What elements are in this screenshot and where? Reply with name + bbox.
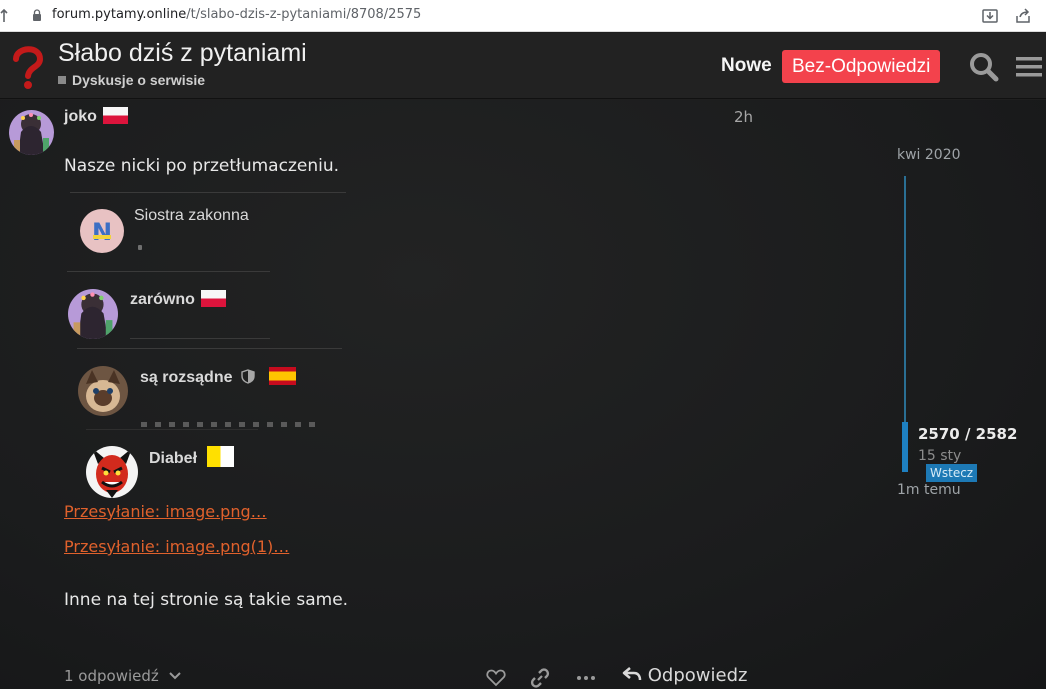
timeline-start-date[interactable]: kwi 2020 [897, 147, 961, 163]
nav-new-button[interactable]: Nowe [721, 55, 772, 77]
reply-arrow-icon [622, 667, 642, 681]
replies-toggle[interactable]: 1 odpowiedź [64, 667, 182, 685]
timeline-date: 15 sty [918, 448, 962, 464]
avatar-devil-image [86, 446, 138, 498]
post-text: Nasze nicki po przetłumaczeniu. [64, 156, 340, 176]
quote-text-fragment [138, 245, 142, 250]
search-icon[interactable] [968, 51, 1000, 83]
avatar-cat-image [78, 366, 128, 416]
vatican-flag-icon [207, 446, 235, 467]
quote-author-name: są rozsądne [140, 369, 233, 386]
url-field[interactable]: forum.pytamy.online/t/slabo-dzis-z-pytan… [52, 7, 421, 22]
quote-author-name: Diabeł [149, 450, 198, 467]
avatar[interactable] [9, 110, 54, 155]
post-author[interactable]: joko [64, 107, 128, 126]
forum-header: Słabo dziś z pytaniami Dyskusje o serwis… [0, 33, 1046, 99]
reply-label: Odpowiedz [647, 665, 748, 686]
quote-block: Diabeł [86, 429, 258, 499]
quote-block: N Siostra zakonna [70, 192, 346, 262]
post-time[interactable]: 2h [734, 108, 753, 126]
author-name: joko [64, 108, 97, 125]
install-app-icon[interactable] [980, 6, 1000, 26]
timeline-position: 2570 / 2582 [918, 425, 1018, 443]
timeline-handle[interactable] [902, 422, 908, 472]
nav-unanswered-button[interactable]: Bez-Odpowiedzi [782, 50, 941, 83]
back-arrow-icon[interactable] [0, 8, 10, 24]
topic-title[interactable]: Słabo dziś z pytaniami [58, 39, 307, 68]
hamburger-menu-icon[interactable] [1013, 51, 1045, 83]
poland-flag-icon [200, 290, 226, 307]
poland-flag-icon [102, 107, 128, 124]
avatar[interactable] [78, 366, 128, 416]
heart-icon[interactable] [485, 667, 507, 689]
avatar[interactable] [68, 289, 118, 339]
quote-block: zarówno [67, 271, 270, 341]
browser-address-bar: forum.pytamy.online/t/slabo-dzis-z-pytan… [0, 0, 1046, 32]
share-icon[interactable] [1013, 6, 1033, 26]
quote-author[interactable]: są rozsądne [140, 367, 297, 387]
quote-divider [130, 338, 270, 339]
url-host: forum.pytamy.online [52, 7, 187, 22]
post-area: joko 2h Nasze nicki po przetłumaczeniu. … [0, 100, 1046, 689]
quote-author-name: zarówno [130, 291, 195, 308]
svg-text:N: N [92, 218, 112, 246]
spain-flag-icon [269, 367, 297, 385]
post-text-end: Inne na tej stronie są takie same. [64, 590, 349, 610]
category-square-icon [58, 76, 66, 84]
link-icon[interactable] [529, 667, 551, 689]
chevron-down-icon [168, 672, 181, 680]
quote-author[interactable]: Diabeł [149, 446, 235, 468]
category-label: Dyskusje o serwisie [72, 72, 206, 88]
quote-block: są rozsądne [77, 348, 342, 427]
shield-icon [241, 369, 255, 384]
avatar[interactable] [86, 446, 138, 498]
category-badge[interactable]: Dyskusje o serwisie [58, 72, 205, 88]
avatar[interactable]: N [80, 209, 124, 253]
quote-text-fragment [141, 422, 321, 427]
question-mark-logo[interactable] [8, 43, 48, 91]
timeline-end-date[interactable]: 1m temu [897, 482, 961, 498]
upload-link[interactable]: Przesyłanie: image.png… [64, 502, 267, 521]
quote-author[interactable]: Siostra zakonna [134, 207, 249, 225]
upload-link[interactable]: Przesyłanie: image.png(1)… [64, 537, 289, 556]
lock-icon[interactable] [32, 9, 42, 22]
url-path: /t/slabo-dzis-z-pytaniami/8708/2575 [186, 7, 422, 22]
avatar-n-image: N [80, 209, 124, 253]
avatar-zarowno-image [68, 289, 118, 339]
reply-button[interactable]: Odpowiedz [622, 665, 747, 686]
replies-label: 1 odpowiedź [64, 667, 159, 685]
timeline-back-button[interactable]: Wstecz [926, 464, 978, 482]
avatar-joko-image [9, 110, 54, 155]
quote-author[interactable]: zarówno [130, 290, 226, 309]
more-options-icon[interactable] [575, 667, 597, 689]
